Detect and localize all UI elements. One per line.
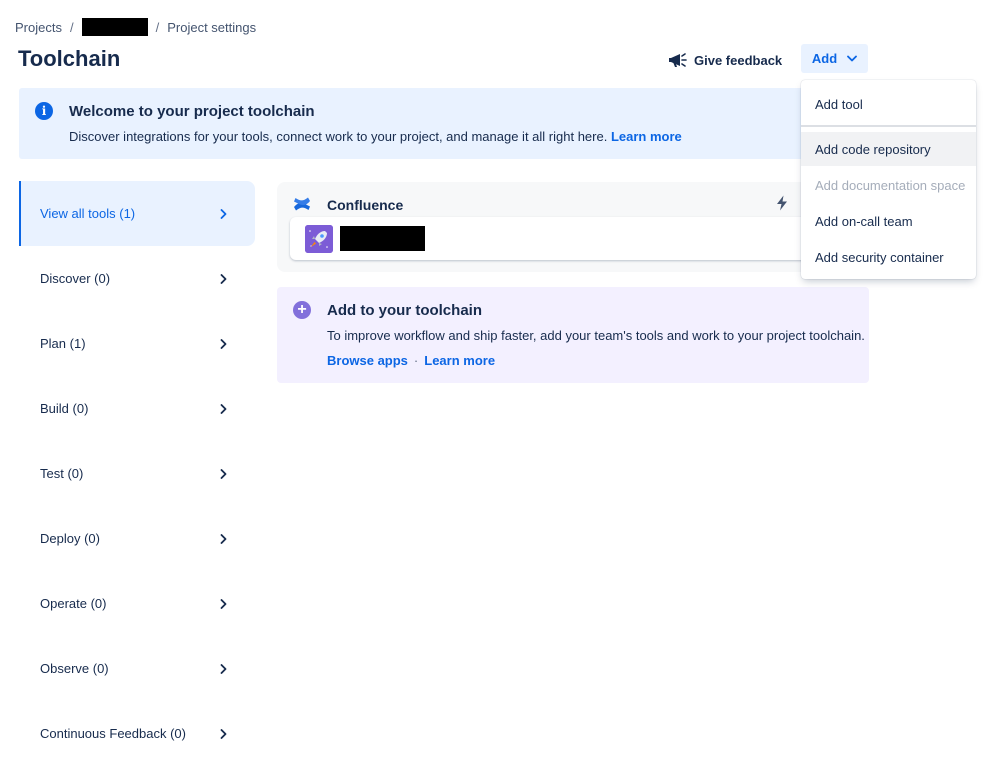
breadcrumb-projects-link[interactable]: Projects (15, 20, 62, 35)
category-sidebar: View all tools (1) Discover (0) Plan (1) Bu… (19, 181, 255, 766)
sidebar-item[interactable]: View all tools (1) (19, 181, 255, 246)
chevron-right-icon (220, 338, 227, 349)
sidebar-item[interactable]: Test (0) (19, 441, 255, 506)
chevron-right-icon (220, 273, 227, 284)
link-separator: · (413, 353, 419, 368)
space-name-redacted (340, 226, 425, 251)
breadcrumb-separator: / (155, 19, 160, 35)
breadcrumb-separator: / (69, 19, 74, 35)
add-button-label: Add (811, 51, 838, 66)
plus-circle-icon: + (293, 301, 311, 319)
banner-description: Discover integrations for your tools, co… (69, 129, 682, 144)
chevron-right-icon (220, 403, 227, 414)
add-card-links: Browse apps · Learn more (327, 353, 495, 368)
breadcrumb-project-name-redacted[interactable] (81, 18, 148, 36)
chevron-right-icon (220, 598, 227, 609)
menu-item-add-code-repository[interactable]: Add code repository (801, 132, 976, 166)
chevron-down-icon (847, 55, 858, 62)
sidebar-item-label: Discover (0) (40, 271, 111, 286)
chevron-right-icon (220, 208, 227, 219)
add-to-toolchain-card: + Add to your toolchain To improve workf… (277, 287, 869, 383)
tool-card-name: Confluence (327, 197, 404, 213)
menu-divider (801, 125, 976, 127)
info-icon: i (35, 102, 53, 120)
menu-item-add-on-call-team[interactable]: Add on-call team (801, 204, 976, 238)
menu-item-add-tool[interactable]: Add tool (801, 87, 976, 121)
sidebar-item[interactable]: Deploy (0) (19, 506, 255, 571)
sidebar-item-label: Operate (0) (40, 596, 107, 611)
welcome-banner: i Welcome to your project toolchain Disc… (19, 88, 809, 159)
sidebar-item-label: Deploy (0) (40, 531, 100, 546)
page-title: Toolchain (18, 46, 121, 71)
chevron-right-icon (220, 468, 227, 479)
banner-learn-more-link[interactable]: Learn more (611, 129, 682, 144)
sidebar-item[interactable]: Build (0) (19, 376, 255, 441)
confluence-logo-icon (294, 197, 310, 211)
breadcrumb-project-settings-link[interactable]: Project settings (167, 20, 256, 35)
give-feedback-button[interactable]: Give feedback (668, 47, 782, 73)
give-feedback-label: Give feedback (694, 52, 783, 68)
lightning-bolt-icon[interactable] (775, 195, 789, 211)
banner-title: Welcome to your project toolchain (69, 103, 315, 120)
add-dropdown-menu: Add tool Add code repository Add documen… (801, 80, 976, 279)
megaphone-icon (669, 53, 687, 67)
sidebar-item-label: Continuous Feedback (0) (40, 726, 186, 741)
breadcrumb: Projects / / Project settings (15, 18, 256, 36)
sidebar-item-label: Test (0) (40, 466, 84, 481)
sidebar-item-label: Observe (0) (40, 661, 109, 676)
browse-apps-link[interactable]: Browse apps (327, 353, 408, 368)
rocket-icon (305, 225, 333, 253)
linked-space-row[interactable] (290, 217, 837, 260)
banner-description-text: Discover integrations for your tools, co… (69, 129, 608, 144)
sidebar-item[interactable]: Observe (0) (19, 636, 255, 701)
sidebar-item[interactable]: Continuous Feedback (0) (19, 701, 255, 766)
menu-item-add-documentation-space: Add documentation space (815, 177, 966, 193)
sidebar-item[interactable]: Plan (1) (19, 311, 255, 376)
add-card-learn-more-link[interactable]: Learn more (424, 353, 495, 368)
sidebar-item-label: View all tools (1) (40, 206, 136, 221)
chevron-right-icon (220, 663, 227, 674)
sidebar-item-label: Build (0) (40, 401, 89, 416)
space-avatar (305, 225, 333, 253)
add-dropdown-button[interactable]: Add (801, 44, 868, 73)
sidebar-item[interactable]: Operate (0) (19, 571, 255, 636)
chevron-right-icon (220, 533, 227, 544)
menu-item-add-security-container[interactable]: Add security container (801, 240, 976, 274)
chevron-right-icon (220, 728, 227, 739)
sidebar-item-label: Plan (1) (40, 336, 86, 351)
add-card-title: Add to your toolchain (327, 302, 482, 319)
add-card-description: To improve workflow and ship faster, add… (327, 328, 865, 343)
confluence-tool-card[interactable]: Confluence (277, 182, 837, 272)
sidebar-item[interactable]: Discover (0) (19, 246, 255, 311)
